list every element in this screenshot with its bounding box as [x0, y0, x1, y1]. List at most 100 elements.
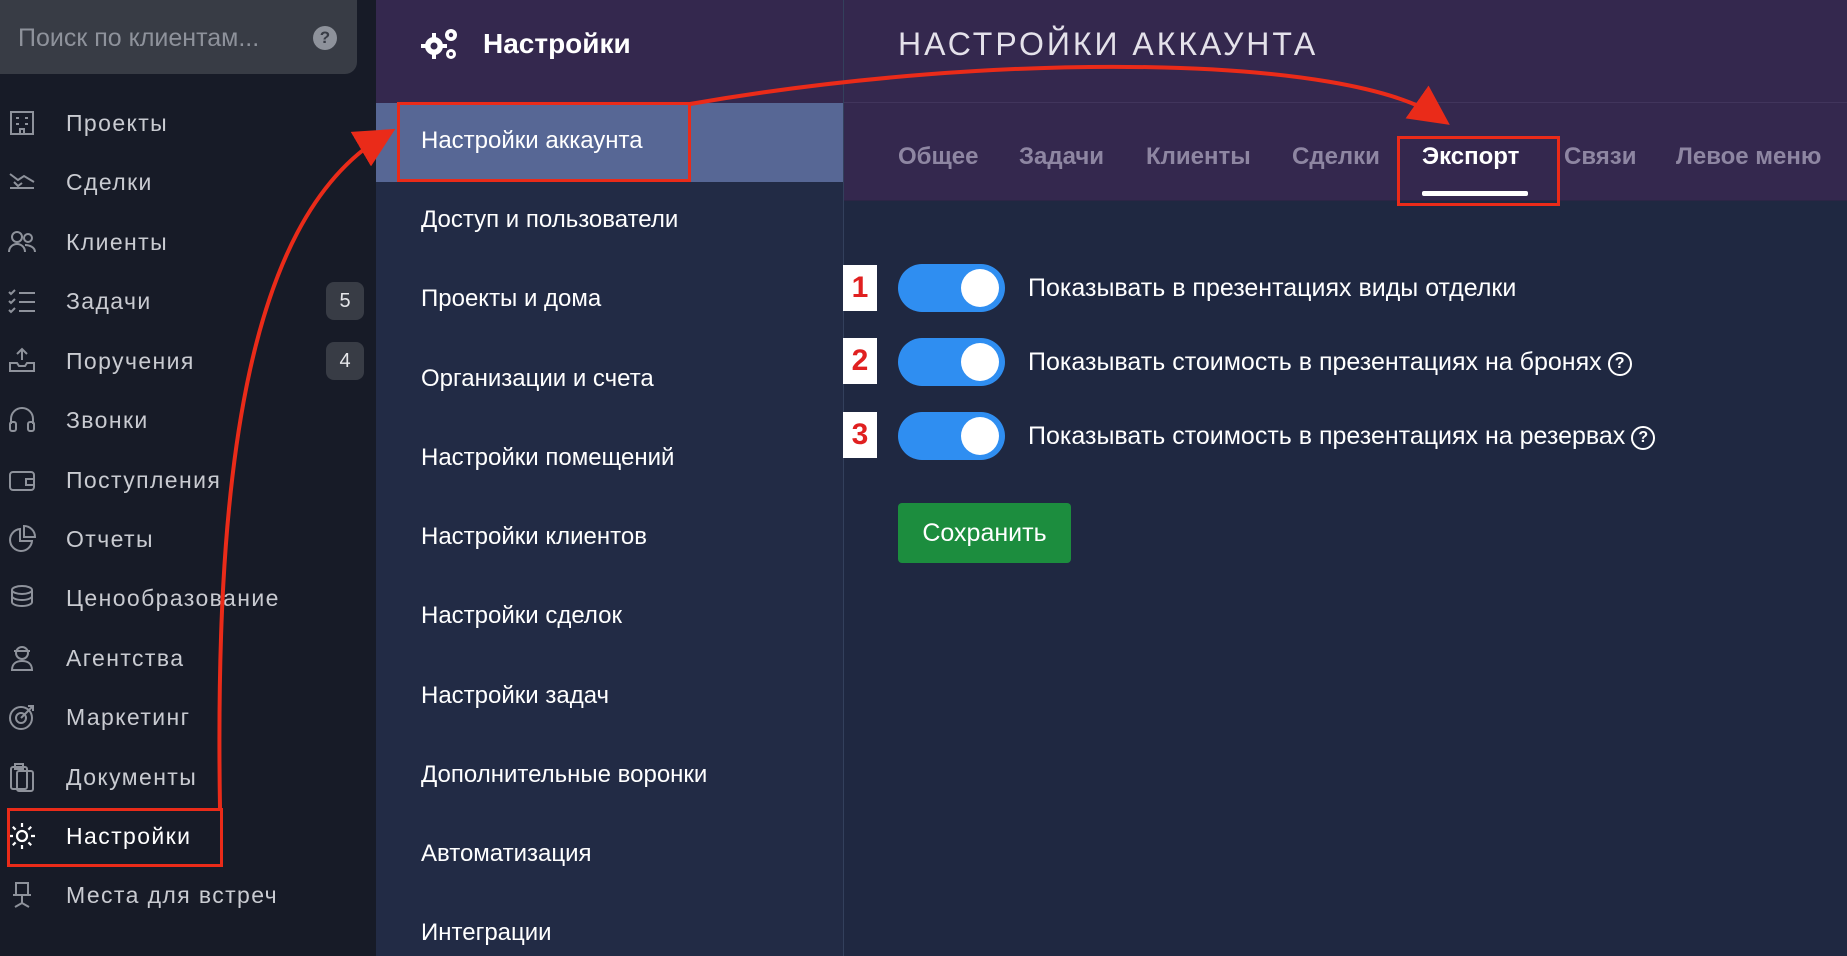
setting-show-price-bookings: Показывать стоимость в презентациях на б… [898, 338, 1838, 386]
annotation-number: 1 [843, 265, 877, 311]
search-input[interactable] [18, 20, 298, 56]
tab-bar: Общее Задачи Клиенты Сделки Экспорт Связ… [844, 103, 1847, 201]
pie-chart-icon [9, 524, 37, 552]
tab-tasks[interactable]: Задачи [1019, 143, 1104, 171]
settings-menu-item-label: Организации и счета [421, 365, 654, 392]
tab-links[interactable]: Связи [1564, 143, 1636, 171]
annotation-number: 2 [843, 338, 877, 384]
handshake-icon [9, 173, 35, 189]
setting-label-text: Показывать стоимость в презентациях на р… [1028, 422, 1626, 450]
sidebar-item-pricing[interactable]: Ценообразование [0, 573, 376, 623]
agent-icon [10, 646, 34, 671]
settings-menu-item-label: Настройки помещений [421, 444, 675, 471]
sidebar-item-clients[interactable]: Клиенты [0, 217, 376, 267]
settings-menu-item-label: Проекты и дома [421, 285, 602, 312]
sidebar-item-label: Агентства [66, 644, 185, 671]
settings-menu-header: Настройки [376, 0, 843, 103]
settings-menu-item-label: Доступ и пользователи [421, 206, 679, 233]
toggle-show-price-reserves[interactable] [898, 412, 1005, 460]
settings-menu-item-access[interactable]: Доступ и пользователи [376, 182, 843, 261]
toggle-knob [961, 417, 999, 455]
setting-label: Показывать в презентациях виды отделки [1028, 274, 1517, 302]
settings-menu-item-label: Настройки задач [421, 682, 610, 709]
settings-menu-item-funnels[interactable]: Дополнительные воронки [376, 737, 843, 816]
main-header: НАСТРОЙКИ АККАУНТА [844, 0, 1847, 103]
settings-menu-item-label: Автоматизация [421, 840, 592, 867]
tab-left-menu[interactable]: Левое меню [1676, 143, 1821, 171]
setting-label: Показывать стоимость в презентациях на р… [1028, 422, 1656, 451]
clipboard-icon [10, 763, 34, 792]
users-icon [8, 231, 36, 253]
sidebar-item-agencies[interactable]: Агентства [0, 633, 376, 683]
search-help-icon[interactable]: ? [313, 26, 337, 50]
wallet-icon [9, 471, 35, 491]
tasks-count-badge: 5 [326, 282, 364, 320]
settings-menu-title: Настройки [483, 28, 631, 59]
gears-icon [421, 29, 457, 59]
tray-upload-icon [9, 347, 35, 372]
toggle-knob [961, 343, 999, 381]
toggle-show-finishes[interactable] [898, 264, 1005, 312]
tab-deals[interactable]: Сделки [1292, 143, 1380, 171]
settings-menu-item-label: Интеграции [421, 919, 552, 946]
sidebar-item-label: Поступления [66, 466, 222, 493]
settings-menu-item-automation[interactable]: Автоматизация [376, 816, 843, 895]
tab-general[interactable]: Общее [898, 143, 978, 171]
sidebar-item-label: Документы [66, 763, 198, 790]
annotation-box-settings-nav [7, 808, 223, 867]
sidebar-item-label: Клиенты [66, 228, 169, 255]
annotation-box-account-settings [397, 102, 691, 182]
settings-menu-item-deals[interactable]: Настройки сделок [376, 578, 843, 657]
setting-show-finishes: Показывать в презентациях виды отделки [898, 264, 1838, 312]
target-icon [9, 705, 34, 730]
toggle-knob [961, 269, 999, 307]
list-check-icon [8, 289, 35, 314]
help-icon[interactable]: ? [1631, 426, 1656, 450]
sidebar-item-payments[interactable]: Поступления [0, 455, 376, 505]
sidebar-item-label: Маркетинг [66, 703, 191, 730]
help-icon[interactable]: ? [1607, 352, 1632, 376]
sidebar-item-label: Поручения [66, 347, 195, 374]
tab-clients[interactable]: Клиенты [1146, 143, 1251, 171]
settings-menu-item-premises[interactable]: Настройки помещений [376, 420, 843, 499]
sidebar-item-label: Звонки [66, 406, 149, 433]
sidebar-item-label: Проекты [66, 109, 169, 136]
settings-menu-item-tasks[interactable]: Настройки задач [376, 658, 843, 737]
settings-menu-item-label: Настройки сделок [421, 602, 623, 629]
sidebar-item-tasks[interactable]: Задачи 5 [0, 276, 376, 326]
settings-menu-item-projects[interactable]: Проекты и дома [376, 261, 843, 340]
assignments-count-badge: 4 [326, 342, 364, 380]
coins-icon [11, 585, 33, 608]
headset-icon [9, 407, 35, 432]
sidebar-item-label: Задачи [66, 287, 152, 314]
setting-label: Показывать стоимость в презентациях на б… [1028, 348, 1632, 377]
sidebar-item-label: Сделки [66, 168, 153, 195]
client-search: ? [0, 0, 357, 74]
page-title: НАСТРОЙКИ АККАУНТА [898, 26, 1319, 62]
chair-icon [13, 882, 31, 908]
settings-menu-item-integrations[interactable]: Интеграции [376, 895, 843, 956]
sidebar-item-assignments[interactable]: Поручения 4 [0, 336, 376, 386]
setting-show-price-reserves: Показывать стоимость в презентациях на р… [898, 412, 1838, 460]
sidebar-item-meeting-places[interactable]: Места для встреч [0, 870, 376, 920]
sidebar-item-label: Места для встреч [66, 881, 279, 908]
sidebar-item-marketing[interactable]: Маркетинг [0, 692, 376, 742]
annotation-box-export-tab [1397, 136, 1560, 206]
setting-label-text: Показывать стоимость в презентациях на б… [1028, 348, 1602, 376]
sidebar-item-calls[interactable]: Звонки [0, 395, 376, 445]
toggle-show-price-bookings[interactable] [898, 338, 1005, 386]
settings-menu-item-label: Настройки клиентов [421, 523, 647, 550]
building-icon [10, 111, 34, 135]
settings-menu-item-organizations[interactable]: Организации и счета [376, 341, 843, 420]
sidebar-item-reports[interactable]: Отчеты [0, 514, 376, 564]
sidebar-item-label: Ценообразование [66, 584, 280, 611]
annotation-number: 3 [843, 412, 877, 458]
settings-menu-item-label: Дополнительные воронки [421, 761, 708, 788]
main-content: НАСТРОЙКИ АККАУНТА Общее Задачи Клиенты … [843, 0, 1847, 956]
sidebar-item-label: Отчеты [66, 525, 154, 552]
save-button[interactable]: Сохранить [898, 503, 1071, 563]
settings-menu-item-clients[interactable]: Настройки клиентов [376, 499, 843, 578]
sidebar-item-projects[interactable]: Проекты [0, 98, 376, 148]
sidebar-item-documents[interactable]: Документы [0, 752, 376, 802]
sidebar-item-deals[interactable]: Сделки [0, 157, 376, 207]
